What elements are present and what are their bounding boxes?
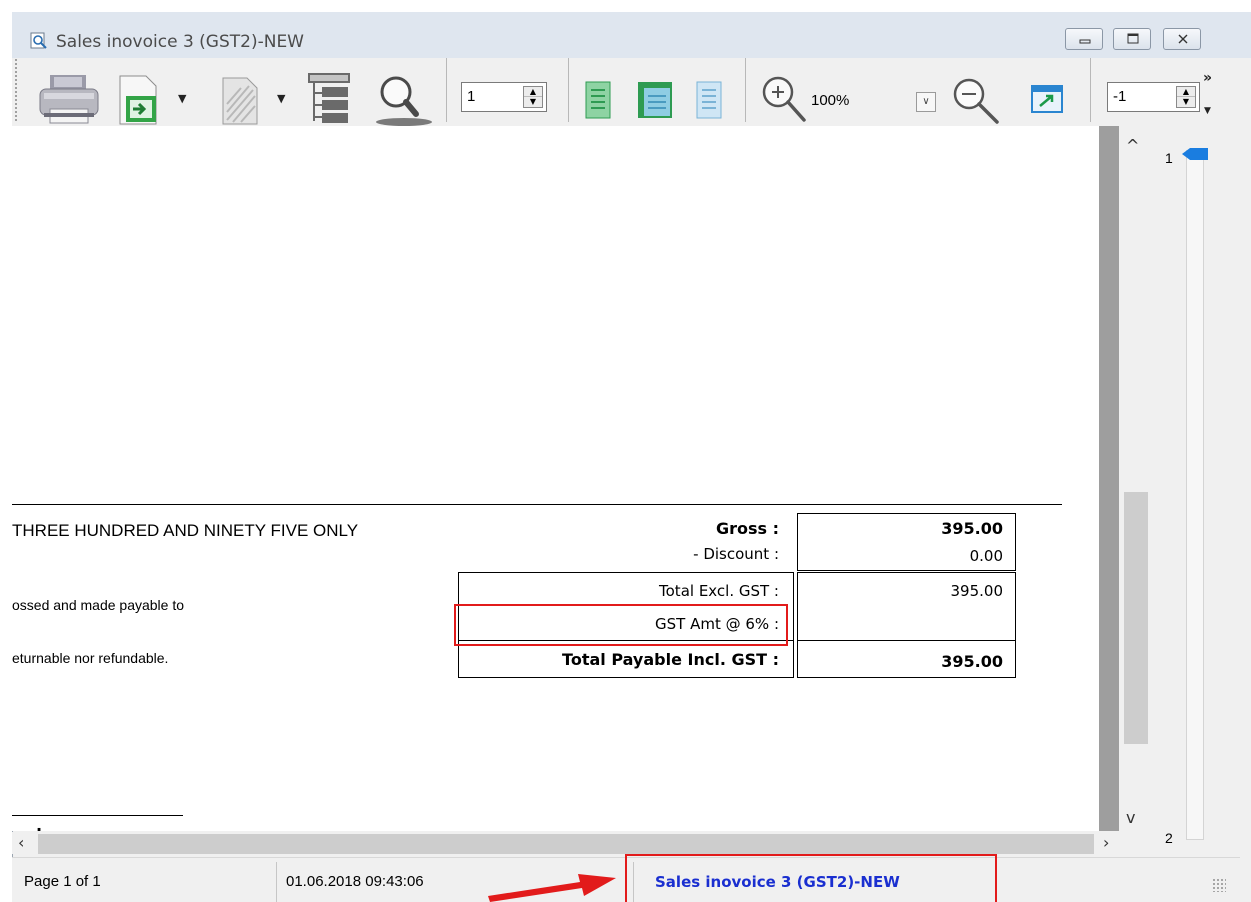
page-setup-dropdown-arrow[interactable]: ▼ (277, 92, 285, 105)
last-page-number: 2 (1165, 830, 1173, 846)
gross-label: Gross : (715, 519, 779, 538)
toolbar-separator (1090, 58, 1091, 122)
scroll-up-icon[interactable]: ^ (1126, 136, 1139, 155)
export-icon[interactable] (116, 74, 162, 128)
page-count-status: Page 1 of 1 (24, 873, 101, 890)
spin-up-icon[interactable]: ▲ (524, 87, 542, 97)
total-payable-label: Total Payable Incl. GST : (562, 650, 779, 669)
total-payable-value: 395.00 (941, 652, 1003, 671)
close-button[interactable] (1163, 28, 1201, 50)
minimize-icon (1079, 39, 1091, 44)
printer-icon[interactable] (36, 73, 102, 127)
zoom-in-icon[interactable] (758, 72, 808, 124)
first-page-number: 1 (1165, 150, 1173, 166)
maximize-button[interactable] (1113, 28, 1151, 50)
resize-grip[interactable] (1212, 878, 1226, 892)
vertical-scroll-thumb[interactable] (1124, 492, 1148, 744)
scroll-right-icon[interactable]: › (1103, 833, 1109, 852)
spin-up-icon[interactable]: ▲ (1177, 87, 1195, 97)
page-navigator-track[interactable] (1186, 150, 1204, 840)
refund-note: eturnable nor refundable. (12, 650, 169, 666)
title-bar: Sales inovoice 3 (GST2)-NEW (12, 12, 1251, 58)
close-icon (1178, 34, 1188, 44)
amount-in-words: THREE HUNDRED AND NINETY FIVE ONLY (12, 521, 359, 540)
toolbar-separator (745, 58, 746, 122)
zoom-dropdown-button[interactable]: ∨ (916, 92, 936, 112)
gross-value: 395.00 (941, 519, 1003, 538)
status-separator (276, 862, 277, 902)
status-title-highlight (625, 854, 997, 902)
horizontal-scroll-thumb[interactable] (38, 834, 1094, 854)
offset-spinner[interactable]: -1 ▲ ▼ (1107, 82, 1200, 112)
export-dropdown-arrow[interactable]: ▼ (178, 92, 186, 105)
offset-value: -1 (1113, 88, 1127, 105)
divider-line (12, 504, 1062, 505)
multiple-pages-icon[interactable] (694, 80, 724, 120)
two-pages-icon[interactable] (636, 80, 674, 120)
vertical-scrollbar-track[interactable] (1099, 126, 1119, 831)
page-number-value: 1 (467, 88, 476, 105)
toolbar-options-arrow[interactable]: ▼ (1204, 106, 1211, 116)
report-page: THREE HUNDRED AND NINETY FIVE ONLY ossed… (12, 126, 1099, 831)
discount-value: 0.00 (969, 547, 1003, 565)
zoom-out-icon[interactable] (947, 74, 1003, 126)
scroll-left-icon[interactable]: ‹ (18, 833, 24, 852)
gst-row-highlight (454, 604, 788, 646)
current-page-marker-icon[interactable] (1180, 147, 1210, 161)
page-spinner-arrows[interactable]: ▲ ▼ (523, 86, 543, 108)
signature-dot: . (36, 816, 43, 831)
totals-value-divider (797, 640, 1016, 641)
toolbar-separator (568, 58, 569, 122)
minimize-button[interactable] (1065, 28, 1103, 50)
payment-note: ossed and made payable to (12, 597, 185, 613)
toolbar-grip[interactable] (14, 58, 18, 122)
total-excl-gst-value: 395.00 (950, 582, 1004, 600)
timestamp-status: 01.06.2018 09:43:06 (286, 873, 424, 890)
toolbar (12, 58, 1251, 126)
scroll-down-icon[interactable]: v (1126, 808, 1135, 827)
discount-label: - Discount : (693, 545, 779, 563)
zoom-level: 100% (811, 92, 850, 109)
restore-icon (1127, 33, 1139, 44)
fit-window-icon[interactable] (1030, 84, 1064, 114)
toolbar-overflow-button[interactable]: » (1203, 70, 1212, 86)
outline-icon[interactable] (306, 71, 352, 127)
spin-down-icon[interactable]: ▼ (524, 97, 542, 107)
window-title: Sales inovoice 3 (GST2)-NEW (56, 32, 304, 52)
page-number-spinner[interactable]: 1 ▲ ▼ (461, 82, 547, 112)
blank-page-icon[interactable] (219, 76, 261, 126)
search-icon[interactable] (370, 74, 434, 128)
toolbar-separator (446, 58, 447, 122)
preview-icon (30, 32, 47, 49)
spin-down-icon[interactable]: ▼ (1177, 97, 1195, 107)
annotation-arrow-icon (488, 874, 616, 902)
offset-spinner-arrows[interactable]: ▲ ▼ (1176, 86, 1196, 108)
single-page-icon[interactable] (583, 80, 613, 120)
total-excl-gst-label: Total Excl. GST : (659, 582, 779, 600)
